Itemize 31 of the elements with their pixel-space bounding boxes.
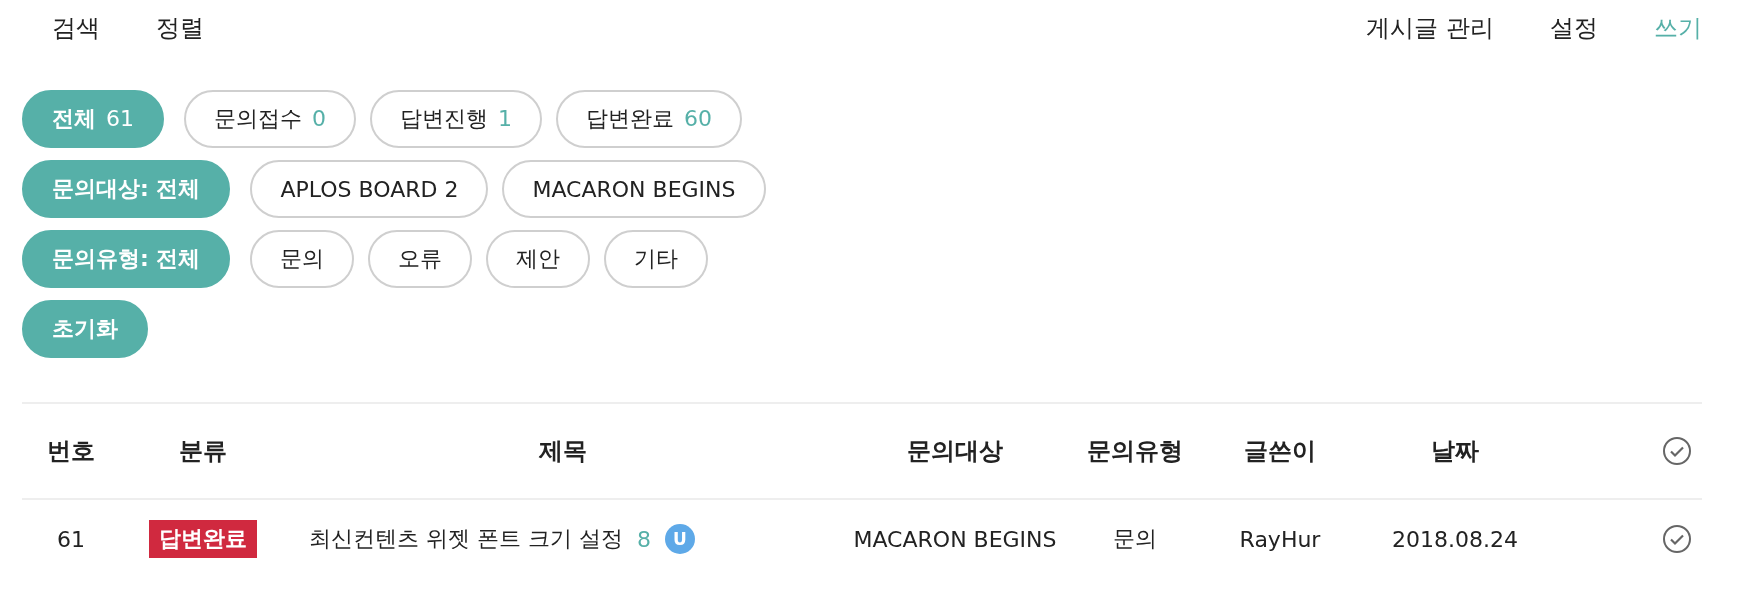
- date-cell-text: 2018.08.24: [1391, 526, 1519, 552]
- filter-chip[interactable]: APLOS BOARD 2: [250, 160, 489, 218]
- filter-chip[interactable]: MACARON BEGINS: [502, 160, 766, 218]
- filter-chip[interactable]: 기타: [604, 230, 709, 288]
- nav-link[interactable]: 게시글 관리: [1366, 12, 1494, 44]
- column-header: 분류: [177, 436, 228, 467]
- check-icon[interactable]: [1662, 524, 1692, 554]
- column-header: 문의유형: [1086, 436, 1184, 467]
- type-cell-text: 문의: [1112, 525, 1158, 553]
- target-cell-text: MACARON BEGINS: [852, 526, 1058, 552]
- filter-chip[interactable]: 답변완료 60: [556, 90, 742, 148]
- filter-chip[interactable]: 제안: [486, 230, 591, 288]
- status-badge: 답변완료: [148, 520, 257, 558]
- column-header: 날짜: [1430, 436, 1480, 467]
- filter-chip[interactable]: 오류: [368, 230, 473, 288]
- column-header: 문의대상: [906, 436, 1004, 467]
- comment-count: 8: [637, 526, 651, 552]
- nav-link[interactable]: 설정: [1550, 12, 1598, 44]
- user-badge: U: [665, 524, 695, 554]
- column-header: 제목: [537, 436, 588, 467]
- author-cell-text: RayHur: [1238, 526, 1322, 552]
- column-header: 번호: [46, 436, 96, 467]
- filter-chip[interactable]: 문의: [250, 230, 355, 288]
- column-header: 글쓴이: [1243, 436, 1317, 467]
- nav-link[interactable]: 검색: [52, 12, 100, 44]
- post-number: 61: [56, 526, 86, 552]
- post-title[interactable]: 최신컨텐츠 위젯 폰트 크기 설정: [309, 524, 623, 554]
- filter-chip[interactable]: 답변진행 1: [370, 90, 542, 148]
- check-all-icon[interactable]: [1662, 436, 1692, 466]
- filter-chip[interactable]: 문의접수 0: [184, 90, 356, 148]
- nav-link[interactable]: 정렬: [156, 12, 204, 44]
